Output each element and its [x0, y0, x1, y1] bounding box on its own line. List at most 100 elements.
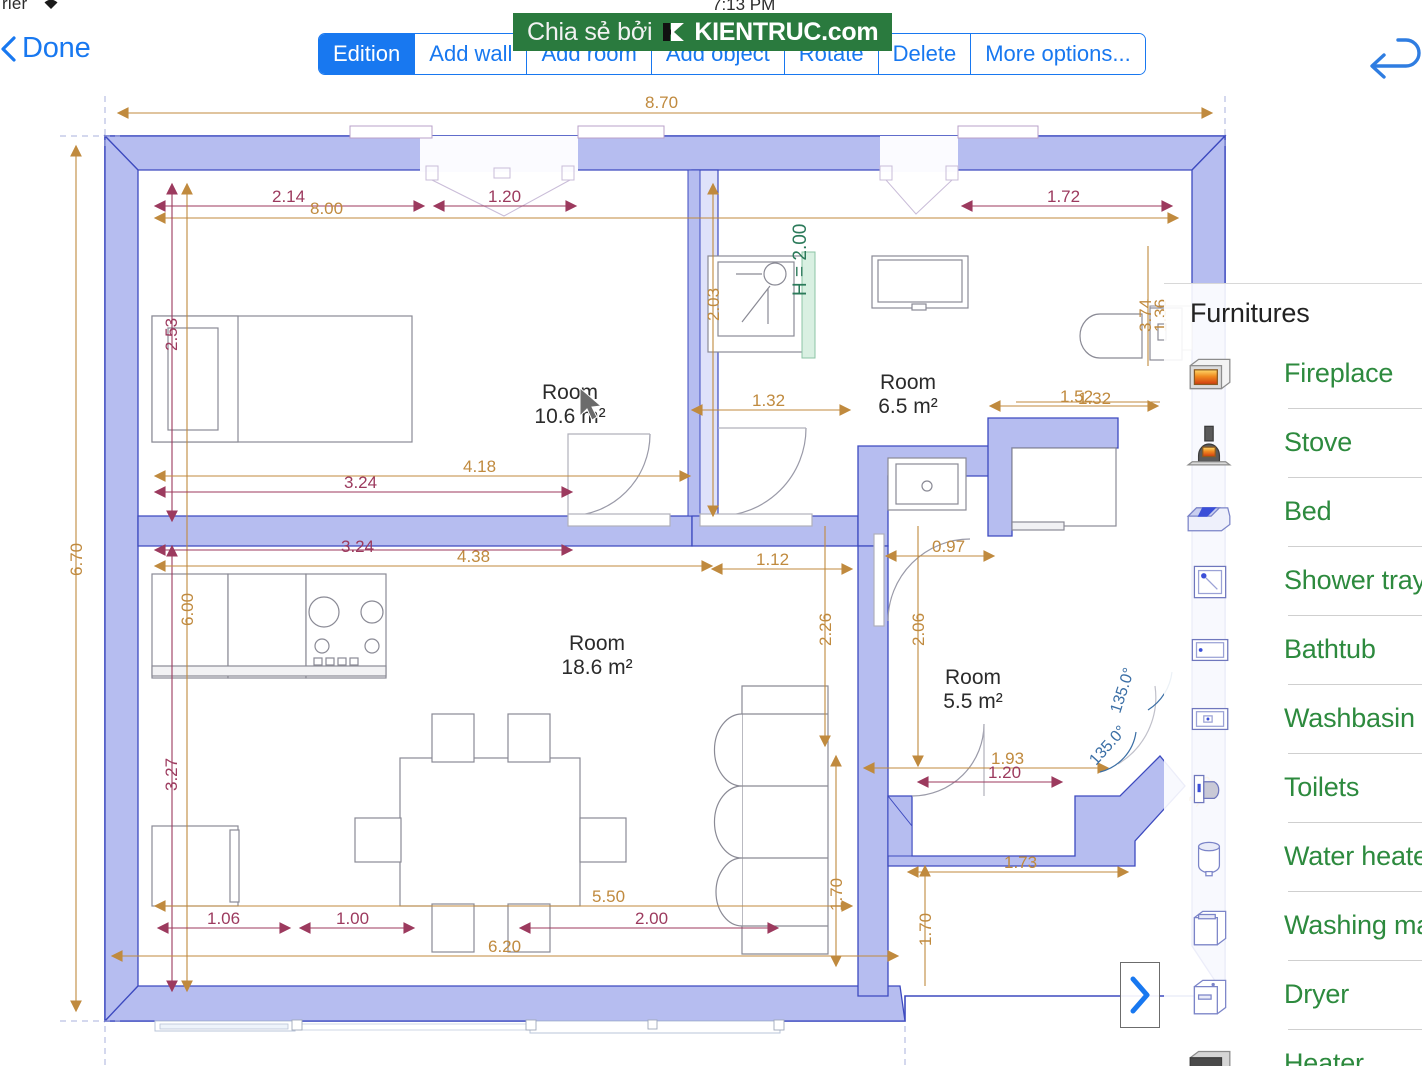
dimension-text: 2.00 — [635, 909, 668, 928]
toilets-icon — [1193, 774, 1220, 803]
dimension-text: 1.73 — [1004, 853, 1037, 872]
wall-height-label: H = 2.00 — [790, 224, 811, 296]
room-label-name: Room — [569, 632, 625, 655]
dimension-text: 1.20 — [988, 763, 1021, 782]
dimension-text: 1.32 — [752, 391, 785, 410]
furnitures-panel-title: Furnitures — [1190, 298, 1310, 328]
mode-button-add-object[interactable]: Add object — [651, 34, 785, 74]
dimension-text: 1.72 — [1047, 187, 1080, 206]
room-label-area: 18.6 m² — [561, 656, 632, 679]
dimension-text: 2.03 — [704, 288, 723, 321]
bathtub-icon — [1191, 638, 1229, 661]
dimension-text: 1.00 — [336, 909, 369, 928]
washbasin-icon — [1191, 707, 1229, 730]
furniture-item-label: Washing machine — [1284, 910, 1422, 940]
furniture-item-label: Dryer — [1284, 979, 1349, 1009]
mode-button-more-options[interactable]: More options... — [971, 34, 1145, 74]
furniture-item-label: Fireplace — [1284, 358, 1394, 388]
furniture-item-bathtub[interactable]: Bathtub — [1164, 615, 1422, 684]
status-bar: rier 7:13 PM — [0, 0, 1422, 20]
bed-icon — [1186, 506, 1231, 531]
heater-icon — [1189, 1050, 1231, 1066]
room-label-name: Room — [880, 371, 936, 394]
dimension-text: 1.20 — [488, 187, 521, 206]
angle-text: 135.0° — [1086, 723, 1130, 769]
furniture-item-dryer[interactable]: Dryer — [1164, 960, 1422, 1029]
chevron-right-icon — [1130, 976, 1150, 1014]
washing-machine-icon — [1193, 910, 1227, 945]
done-button[interactable]: Done — [0, 32, 91, 65]
washing-machine-icon — [1178, 899, 1240, 953]
top-toolbar: Done Edition Add wall Add room Add object Ro… — [0, 18, 1422, 79]
room-label-area: 6.5 m² — [878, 395, 938, 418]
room-label-area: 5.5 m² — [943, 690, 1003, 713]
room-label-name: Room — [945, 666, 1001, 689]
water-heater-icon — [1178, 830, 1240, 884]
mode-button-add-room[interactable]: Add room — [527, 34, 652, 74]
dimension-text: 2.06 — [909, 613, 928, 646]
dimension-text: 6.70 — [67, 543, 86, 576]
furniture-item-label: Water heater — [1284, 841, 1422, 871]
dimension-text: 1.70 — [827, 878, 846, 911]
bed-icon — [1178, 485, 1240, 539]
dimension-text: 1.12 — [756, 550, 789, 569]
mode-segmented-control[interactable]: Edition Add wall Add room Add object Rotate D… — [318, 33, 1146, 75]
furniture-item-stove[interactable]: Stove — [1164, 408, 1422, 477]
furniture-item-washing-machine[interactable]: Washing machine — [1164, 891, 1422, 960]
dryer-icon — [1178, 968, 1240, 1022]
undo-arrow-icon[interactable] — [1364, 26, 1422, 86]
dryer-icon — [1193, 979, 1227, 1014]
dimension-text: 1.32 — [1078, 389, 1111, 408]
dimension-text: 2.53 — [162, 318, 181, 351]
dimension-text: 5.50 — [592, 887, 625, 906]
fireplace-icon — [1189, 358, 1231, 389]
furniture-item-shower-tray[interactable]: Shower tray — [1164, 546, 1422, 615]
angle-text: 135.0° — [1108, 666, 1139, 715]
dimension-text: 8.00 — [310, 199, 343, 218]
carrier-label: rier — [2, 0, 28, 13]
furniture-item-label: Stove — [1284, 427, 1353, 457]
furniture-item-label: Bed — [1284, 496, 1332, 526]
furniture-item-toilets[interactable]: Toilets — [1164, 753, 1422, 822]
furniture-item-label: Heater — [1284, 1048, 1364, 1066]
panel-collapse-button[interactable] — [1120, 962, 1160, 1028]
done-label: Done — [22, 32, 91, 64]
mode-button-delete[interactable]: Delete — [878, 34, 972, 74]
dimension-text: 2.26 — [816, 613, 835, 646]
floorplan-editor-app: rier 7:13 PM Done Edition Add wall Add roo… — [0, 0, 1422, 1066]
washbasin-icon — [1178, 692, 1240, 746]
dimension-text: 2.14 — [272, 187, 305, 206]
stove-icon — [1186, 425, 1232, 465]
furniture-item-label: Washbasin — [1284, 703, 1415, 733]
water-heater-icon — [1197, 841, 1221, 876]
mode-button-add-wall[interactable]: Add wall — [415, 34, 528, 74]
clock-label: 7:13 PM — [712, 0, 776, 14]
shower-tray-icon — [1193, 565, 1227, 598]
furnitures-list[interactable]: Fireplace Stove Bed Shower tray Bathtub Washb… — [1164, 339, 1422, 1066]
furniture-item-water-heater[interactable]: Water heater — [1164, 822, 1422, 891]
stove-icon — [1178, 416, 1240, 470]
toilets-icon — [1178, 761, 1240, 815]
dimension-text: 1.06 — [207, 909, 240, 928]
fireplace-icon — [1178, 347, 1240, 401]
chevron-left-icon — [1, 35, 16, 62]
dimension-text: 1.70 — [916, 913, 935, 946]
furniture-item-fireplace[interactable]: Fireplace — [1164, 339, 1422, 408]
dimension-text: 4.18 — [463, 457, 496, 476]
furniture-item-bed[interactable]: Bed — [1164, 477, 1422, 546]
mode-button-edition[interactable]: Edition — [319, 34, 416, 74]
dimension-text: 6.00 — [178, 593, 197, 626]
mode-button-rotate[interactable]: Rotate — [784, 34, 879, 74]
dimension-text: 6.20 — [488, 937, 521, 956]
furniture-item-heater[interactable]: Heater — [1164, 1029, 1422, 1066]
heater-icon — [1178, 1037, 1240, 1066]
dimension-text: 0.97 — [932, 537, 965, 556]
furniture-item-label: Bathtub — [1284, 634, 1376, 664]
shower-tray-icon — [1178, 554, 1240, 608]
dimension-text: 3.24 — [341, 537, 374, 556]
wifi-icon — [44, 0, 58, 9]
dimension-text: 3.27 — [162, 758, 181, 791]
dimension-text: 8.70 — [645, 93, 678, 112]
furniture-item-washbasin[interactable]: Washbasin — [1164, 684, 1422, 753]
furnitures-panel[interactable]: Furnitures Fireplace Stove Bed Shower tray B… — [1164, 283, 1422, 1066]
